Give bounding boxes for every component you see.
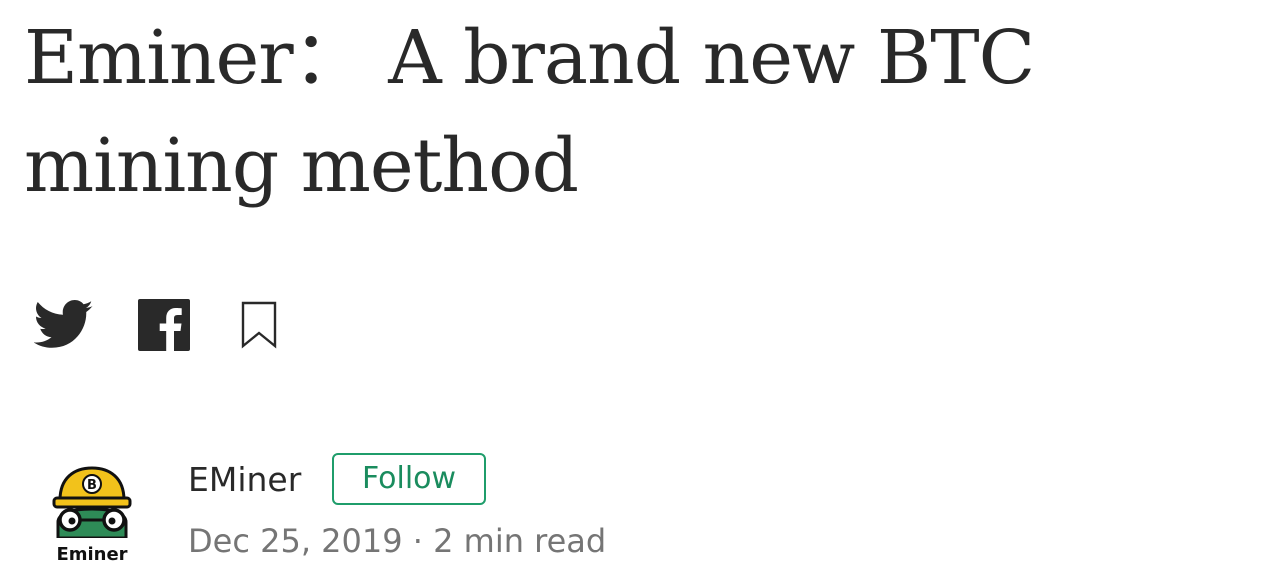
bookmark-icon [240, 300, 278, 350]
read-time: 2 min read [433, 522, 606, 560]
facebook-icon [138, 299, 190, 351]
share-bar [34, 298, 278, 352]
twitter-share-button[interactable] [34, 299, 94, 351]
follow-button[interactable]: Follow [332, 453, 486, 505]
author-byline: B Eminer EMiner Follow Dec 25, 2019 · 2 … [50, 452, 750, 562]
bookmark-button[interactable] [240, 300, 278, 350]
author-name[interactable]: EMiner [188, 456, 301, 504]
meta-separator: · [413, 522, 423, 560]
eminer-mascot-icon: B [50, 464, 134, 538]
facebook-share-button[interactable] [138, 299, 190, 351]
post-date: Dec 25, 2019 [188, 522, 403, 560]
author-avatar[interactable]: B Eminer [50, 464, 134, 558]
svg-text:B: B [87, 478, 97, 493]
avatar-label: Eminer [50, 544, 134, 565]
twitter-icon [34, 300, 94, 350]
post-meta: Dec 25, 2019 · 2 min read [188, 518, 606, 564]
article-title: Eminer： A brand new BTC mining method [24, 4, 1274, 220]
